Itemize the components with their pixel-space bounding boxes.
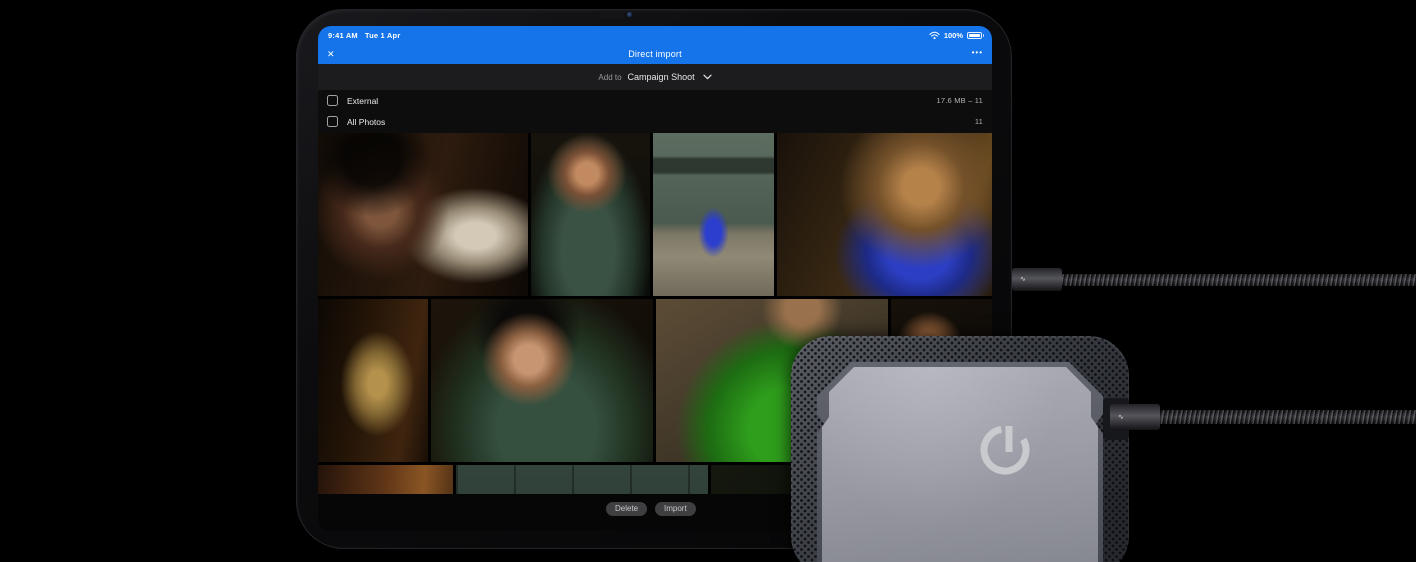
drive-metal-plate — [822, 367, 1098, 562]
usb-cable-to-drive — [1154, 410, 1416, 424]
page-title: Direct import — [628, 49, 682, 59]
add-to-value: Campaign Shoot — [627, 72, 695, 82]
photo-thumbnail[interactable] — [318, 133, 528, 296]
delete-button[interactable]: Delete — [606, 502, 648, 516]
all-photos-checkbox[interactable] — [327, 116, 338, 127]
front-camera-housing — [598, 13, 624, 19]
photo-thumbnail[interactable] — [318, 299, 428, 462]
scene: 9:41 AM Tue 1 Apr 100% ✕ Direct import •… — [0, 0, 1416, 562]
add-to-selector[interactable]: Add to Campaign Shoot — [318, 64, 992, 90]
more-menu-icon[interactable]: ••• — [972, 49, 983, 57]
source-row-external[interactable]: External 17.6 MB – 11 — [318, 90, 992, 111]
import-button[interactable]: Import — [655, 502, 696, 516]
g-drive-logo-icon — [980, 425, 1030, 475]
front-camera-icon — [627, 12, 633, 18]
usb-connector-ipad: ∿ — [1012, 268, 1062, 291]
photo-thumbnail[interactable] — [711, 465, 795, 494]
usb-connector-drive: ∿ — [1110, 404, 1160, 430]
chevron-down-icon — [702, 74, 712, 80]
status-right: 100% — [929, 30, 984, 40]
photo-thumbnail[interactable] — [456, 465, 708, 494]
battery-percent: 100% — [943, 30, 963, 40]
app-bar: ✕ Direct import ••• — [318, 44, 992, 64]
photo-thumbnail[interactable] — [531, 133, 650, 296]
status-time: 9:41 AM — [328, 30, 358, 40]
external-checkbox[interactable] — [327, 95, 338, 106]
cable-logo-icon: ∿ — [1020, 276, 1026, 283]
source-name: All Photos — [347, 116, 386, 127]
source-meta: 17.6 MB – 11 — [936, 96, 983, 105]
source-meta: 11 — [974, 117, 983, 126]
source-row-all-photos[interactable]: All Photos 11 — [318, 111, 992, 132]
battery-icon — [967, 31, 984, 39]
status-left: 9:41 AM Tue 1 Apr — [328, 31, 400, 40]
photo-thumbnail[interactable] — [318, 465, 453, 494]
wifi-icon — [929, 31, 940, 39]
add-to-label: Add to — [598, 72, 622, 82]
usb-cable-to-ipad — [1058, 274, 1416, 286]
sensor-dot — [676, 14, 680, 18]
status-date: Tue 1 Apr — [364, 30, 401, 40]
source-list: External 17.6 MB – 11 All Photos 11 — [318, 90, 992, 133]
photo-thumbnail[interactable] — [431, 299, 653, 462]
source-name: External — [347, 95, 379, 106]
external-ssd-drive — [791, 336, 1129, 562]
cable-logo-icon: ∿ — [1118, 413, 1124, 421]
photo-thumbnail[interactable] — [777, 133, 992, 296]
status-bar: 9:41 AM Tue 1 Apr 100% — [318, 26, 992, 44]
photo-thumbnail[interactable] — [653, 133, 774, 296]
